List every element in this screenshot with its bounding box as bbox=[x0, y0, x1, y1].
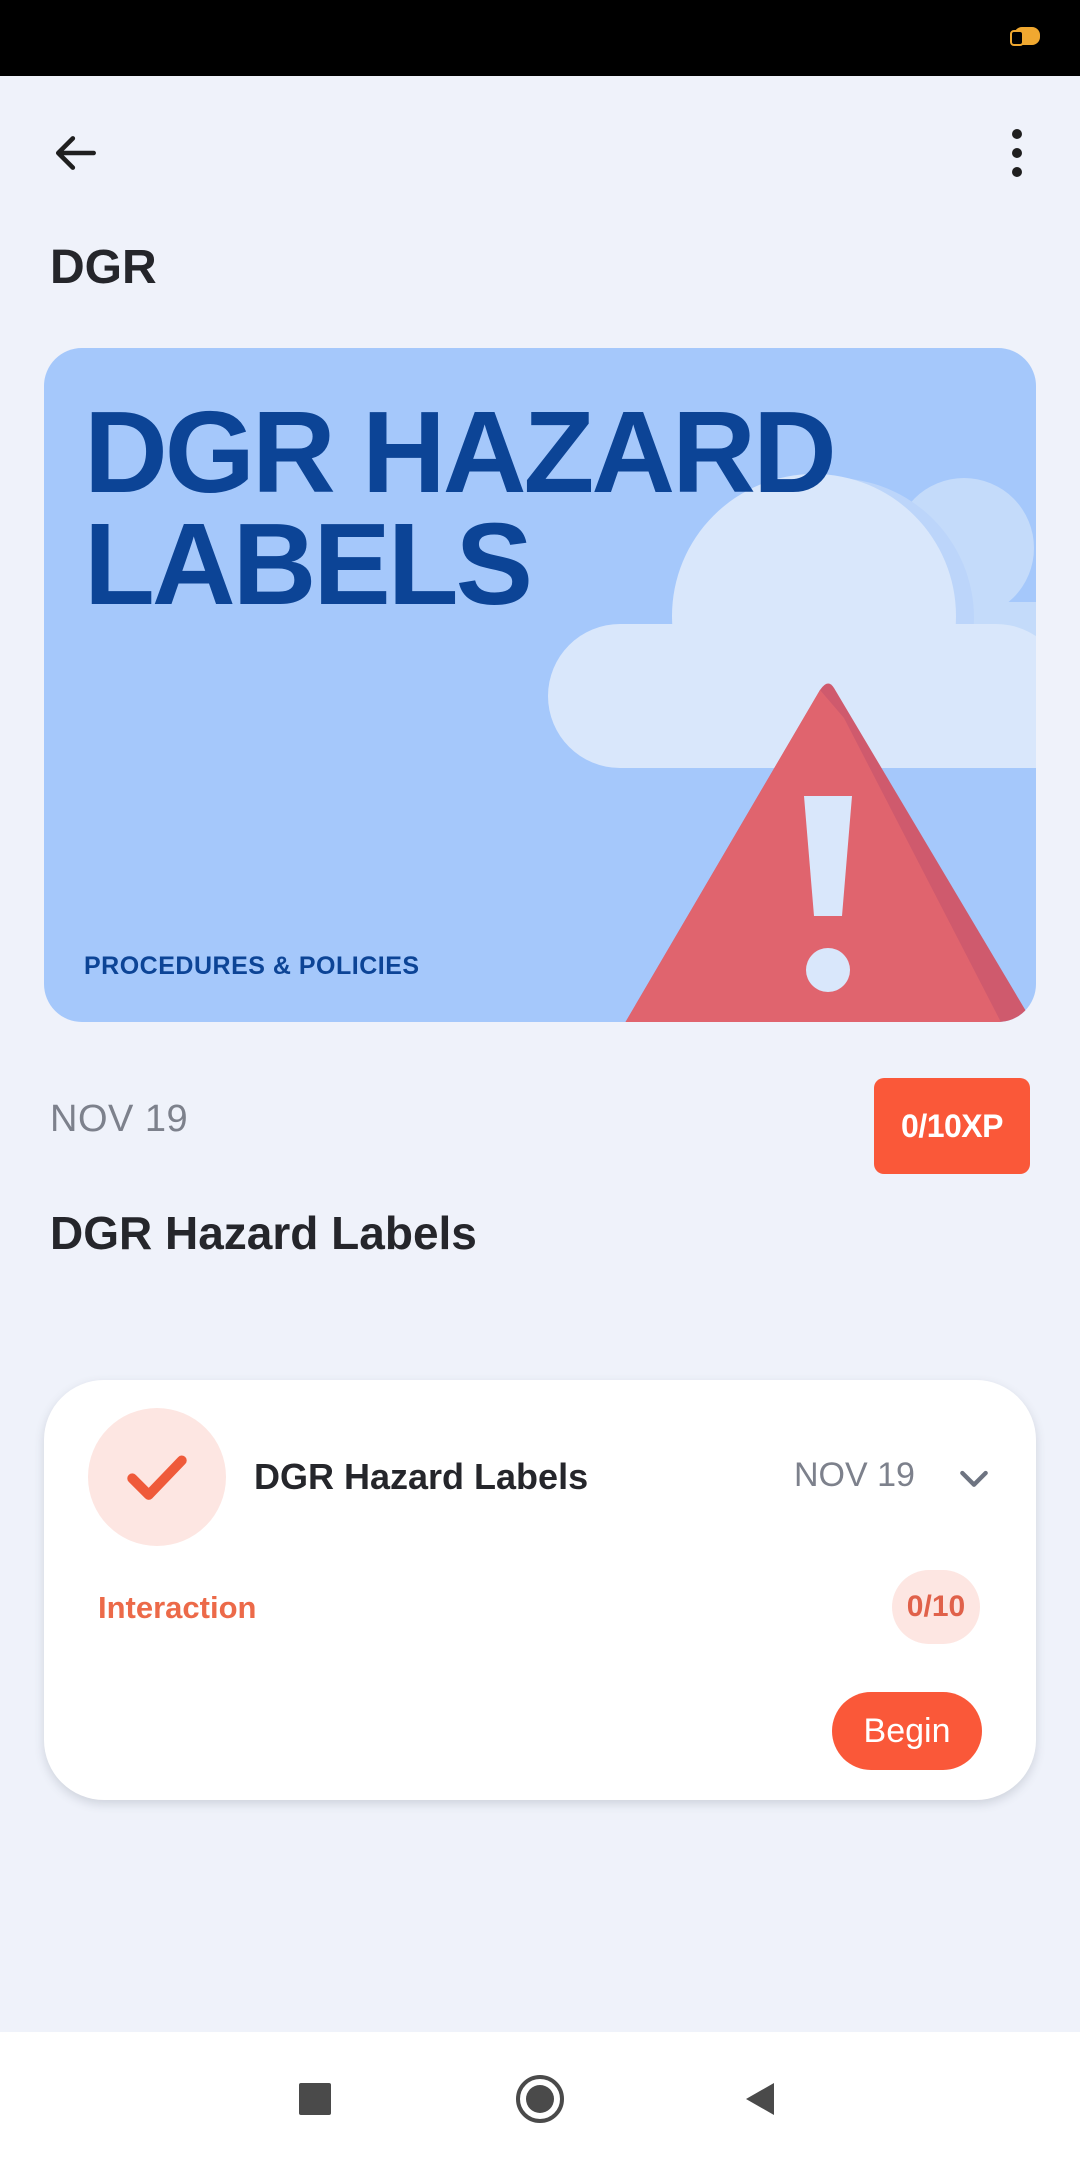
back-button[interactable] bbox=[32, 108, 122, 198]
recents-button[interactable] bbox=[280, 2064, 350, 2134]
status-bar bbox=[0, 0, 1080, 76]
chevron-down-icon bbox=[960, 1470, 988, 1487]
status-circle bbox=[88, 1408, 226, 1546]
system-back-button[interactable] bbox=[725, 2064, 795, 2134]
content-date: NOV 19 bbox=[50, 1098, 189, 1140]
expand-button[interactable] bbox=[944, 1448, 1004, 1508]
system-nav-bar bbox=[0, 2032, 1080, 2160]
xp-badge: 0/10XP bbox=[874, 1078, 1030, 1174]
more-options-button[interactable] bbox=[972, 108, 1062, 198]
hero-title: DGR HAZARD LABELS bbox=[84, 387, 837, 629]
arrow-left-icon bbox=[55, 136, 96, 170]
more-vert-icon bbox=[1012, 129, 1022, 177]
page-title: DGR bbox=[50, 241, 157, 294]
square-icon bbox=[299, 2083, 331, 2115]
activity-name: DGR Hazard Labels bbox=[254, 1456, 589, 1497]
circle-icon bbox=[516, 2075, 564, 2123]
activity-type: Interaction bbox=[98, 1590, 257, 1625]
hero-banner: DGR HAZARD LABELS PROCEDURES & POLICIES bbox=[44, 348, 1036, 1022]
activity-card[interactable]: DGR Hazard Labels NOV 19 Interaction 0/1… bbox=[44, 1380, 1036, 1800]
triangle-back-icon bbox=[746, 2083, 774, 2115]
check-icon bbox=[127, 1455, 187, 1500]
hero-subtitle: PROCEDURES & POLICIES bbox=[84, 952, 420, 980]
score-pill: 0/10 bbox=[892, 1570, 980, 1644]
battery-icon bbox=[1010, 27, 1040, 46]
begin-button[interactable]: Begin bbox=[832, 1692, 982, 1770]
content-title: DGR Hazard Labels bbox=[50, 1207, 477, 1259]
home-button[interactable] bbox=[505, 2064, 575, 2134]
activity-date: NOV 19 bbox=[794, 1456, 915, 1494]
